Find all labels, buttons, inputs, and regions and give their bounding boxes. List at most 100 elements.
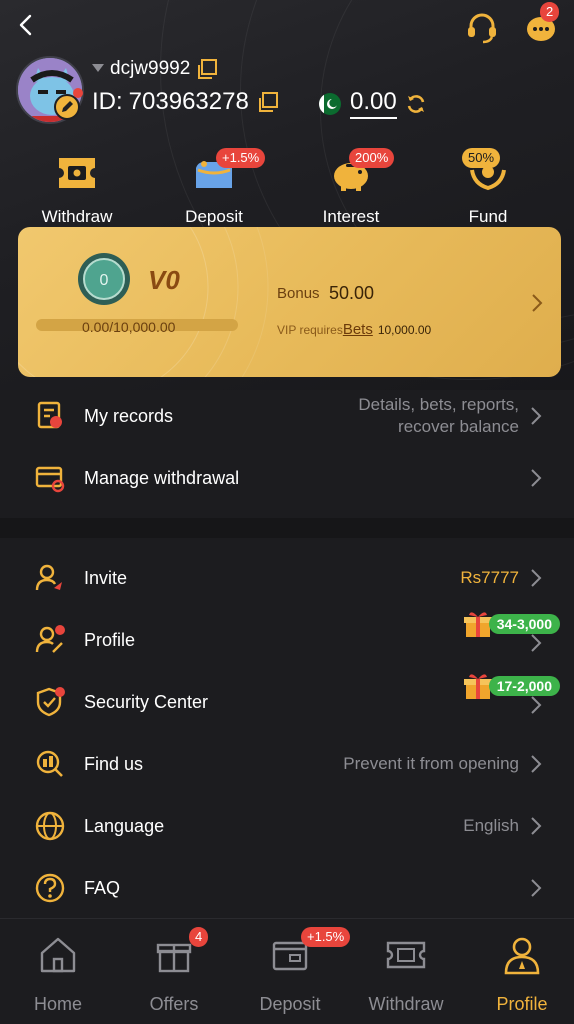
menu-item-invite[interactable]: Invite Rs7777 (0, 547, 574, 609)
id-label: ID: (92, 88, 123, 115)
menu-label: Invite (84, 567, 128, 588)
nav-label: Profile (496, 994, 548, 1014)
offers-count-badge: 4 (189, 927, 209, 947)
globe-icon (35, 811, 65, 841)
chevron-right-icon (531, 755, 542, 773)
chevron-right-icon (531, 407, 542, 425)
menu-label: Security Center (84, 691, 209, 712)
customer-service-headset-icon[interactable] (464, 10, 500, 46)
message-count-badge: 2 (540, 2, 560, 22)
withdraw-ticket-icon (59, 158, 95, 188)
chevron-right-icon (531, 569, 542, 587)
bonus-label: Bonus (277, 285, 320, 302)
nav-label: Deposit (259, 994, 321, 1014)
fund-rate-badge: 50% (462, 148, 501, 168)
menu-label: FAQ (84, 877, 121, 898)
profile-reward-tag: 34-3,000 (488, 614, 560, 634)
copy-icon[interactable] (257, 91, 279, 113)
profile-reward: 34-3,000 (463, 609, 560, 639)
chevron-right-icon (531, 817, 542, 835)
chevron-right-icon (531, 879, 542, 897)
menu-item-my-records[interactable]: My records Details, bets, reports, recov… (0, 385, 574, 447)
menu-item-language[interactable]: Language English (0, 795, 574, 857)
security-reward: 17-2,000 (463, 671, 560, 701)
question-circle-icon (35, 873, 65, 903)
vip-level-medal-icon: 0 (78, 253, 130, 305)
deposit-bonus-badge: +1.5% (216, 148, 266, 168)
nav-offers[interactable]: 4 Offers (117, 927, 231, 1015)
bonus-value: 50.00 (329, 283, 375, 303)
menu-item-faq[interactable]: FAQ (0, 857, 574, 919)
username: dcjw9992 (110, 58, 191, 79)
menu-value: English (463, 816, 519, 835)
menu-label: Find us (84, 753, 144, 774)
home-icon (40, 937, 76, 973)
nav-home[interactable]: Home (1, 933, 115, 1015)
menu-value: Details, bets, reports, recover balance (358, 394, 519, 438)
profile-edit-icon (35, 625, 65, 653)
vip-level: V0 (148, 265, 180, 295)
menu-item-manage-withdrawal[interactable]: Manage withdrawal (0, 447, 574, 509)
vip-requires-label: VIP requires (277, 323, 343, 337)
nav-deposit[interactable]: +1.5% Deposit (233, 927, 351, 1015)
deposit-bonus-badge: +1.5% (301, 927, 351, 947)
pencil-icon (62, 101, 73, 112)
quick-fund[interactable]: 50% Fund (418, 148, 558, 227)
nav-label: Offers (149, 994, 199, 1014)
svg-text:0: 0 (100, 272, 109, 289)
menu-value-line: recover balance (398, 417, 519, 436)
menu-item-profile[interactable]: Profile 34-3,000 (0, 609, 574, 671)
search-building-icon (36, 750, 63, 777)
interest-rate-badge: 200% (349, 148, 395, 168)
records-icon (37, 401, 62, 429)
menu-value: Prevent it from opening (343, 754, 519, 773)
menu-item-find-us[interactable]: Find us Prevent it from opening (0, 733, 574, 795)
withdrawal-management-icon (35, 466, 65, 493)
pakistan-flag-icon (319, 92, 341, 115)
username-row: dcjw9992 (92, 58, 218, 80)
profile-user-icon (504, 937, 540, 975)
quick-interest-label: Interest (322, 207, 380, 226)
menu-item-security-center[interactable]: Security Center 17-2,000 (0, 671, 574, 733)
invite-reward-value: Rs7777 (460, 568, 519, 587)
chevron-right-icon (531, 696, 542, 714)
chevron-right-icon (532, 294, 543, 312)
user-id-row: ID: 703963278 (92, 88, 279, 116)
security-reward-tag: 17-2,000 (488, 676, 560, 696)
menu-label: Profile (84, 629, 136, 650)
nav-profile[interactable]: Profile (465, 933, 574, 1015)
balance-amount[interactable]: 0.00 (350, 88, 397, 119)
shield-check-icon (36, 687, 65, 717)
menu-label: Language (84, 815, 165, 836)
back-arrow-icon[interactable] (14, 12, 40, 38)
section-divider (0, 518, 574, 538)
chevron-right-icon (531, 634, 542, 652)
vip-progress-text: 0.00/10,000.00 (82, 319, 176, 335)
vip-requires-bets-link[interactable]: Bets (343, 321, 373, 338)
menu-label: My records (84, 405, 174, 426)
nav-label: Home (33, 994, 82, 1014)
quick-interest[interactable]: 200% Interest (281, 148, 421, 227)
notification-dot (73, 88, 83, 98)
chevron-right-icon (531, 469, 542, 487)
quick-withdraw[interactable]: Withdraw (7, 150, 147, 227)
vip-requires-value: 10,000.00 (377, 323, 432, 337)
quick-fund-label: Fund (468, 207, 508, 226)
quick-withdraw-label: Withdraw (41, 207, 113, 226)
copy-icon[interactable] (196, 58, 218, 80)
nav-label: Withdraw (368, 994, 444, 1014)
menu-value-line: Details, bets, reports, (358, 395, 519, 414)
vip-requirement: VIP requires Bets 10,000.00 (277, 321, 431, 338)
vip-card[interactable]: 0 V0 0.00/10,000.00 Bonus 50.00 VIP requ… (18, 227, 561, 377)
refresh-icon[interactable] (405, 93, 427, 115)
quick-deposit-label: Deposit (185, 207, 243, 226)
invite-user-icon (35, 564, 62, 591)
messages-button[interactable]: 2 (524, 2, 560, 46)
withdraw-ticket-icon (386, 941, 426, 969)
user-id: 703963278 (128, 88, 249, 115)
nav-withdraw[interactable]: Withdraw (349, 933, 463, 1015)
balance-row: 0.00 (318, 88, 427, 119)
menu-label: Manage withdrawal (84, 467, 240, 488)
bottom-navigation: Home 4 Offers +1.5% Deposit Withdraw Pro… (0, 918, 574, 1024)
quick-deposit[interactable]: +1.5% Deposit (144, 148, 284, 227)
